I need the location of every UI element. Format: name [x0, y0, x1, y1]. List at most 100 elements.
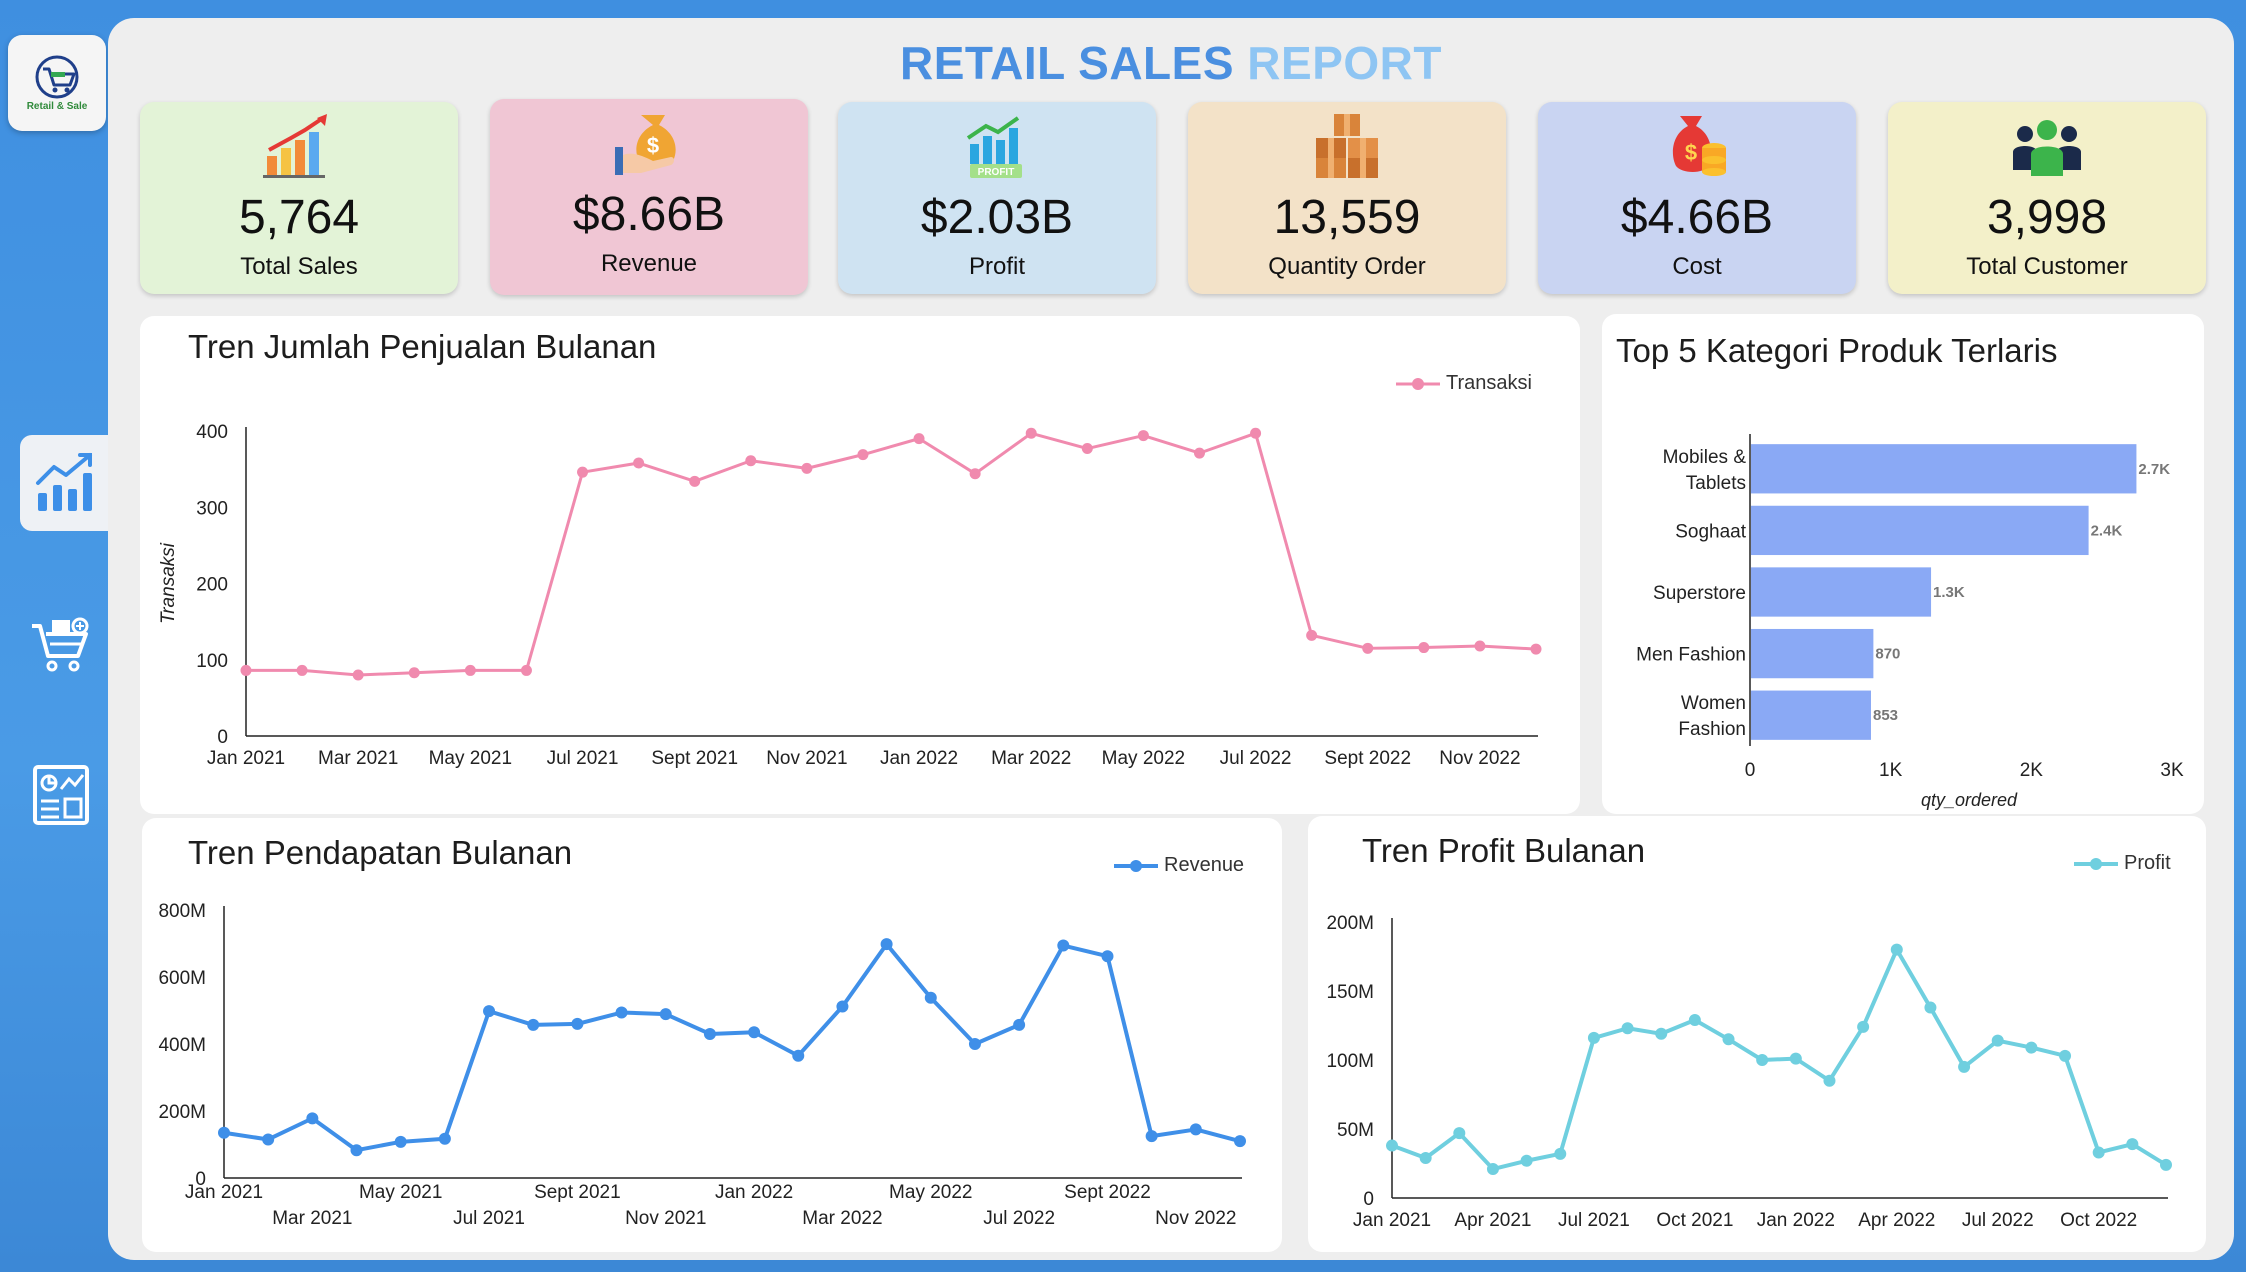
- kpi-value: 3,998: [1986, 191, 2108, 244]
- data-point: [1057, 939, 1070, 952]
- data-point: [262, 1133, 275, 1146]
- main-panel: RETAIL SALES REPORT 5,764 Total Sales $: [108, 18, 2234, 1260]
- bar-data-label: 2.4K: [2091, 522, 2123, 539]
- chart-kategori: 2.7K Mobiles & Tablets 2.4K Soghaat 1.3K Super…: [1636, 434, 2184, 810]
- panel-top-kategori: Top 5 Kategori Produk Terlaris 2.7K Mobil…: [1602, 314, 2204, 814]
- data-point: [633, 457, 645, 469]
- money-bag-icon: $: [615, 115, 676, 175]
- x-tick-label: 2K: [2020, 760, 2044, 781]
- nav-dashboard[interactable]: [20, 435, 112, 531]
- data-point: [520, 664, 532, 676]
- x-tick-label: Mar 2022: [802, 1208, 882, 1229]
- report-title: RETAIL SALES REPORT: [108, 36, 2234, 90]
- category-label: Women: [1681, 693, 1746, 714]
- data-point: [1890, 943, 1903, 956]
- data-point: [1530, 643, 1542, 655]
- category-label: Tablets: [1686, 473, 1746, 494]
- y-tick-label: 300: [196, 498, 228, 519]
- x-tick-label: Oct 2021: [1656, 1210, 1733, 1231]
- x-tick-label: Jul 2022: [1220, 748, 1292, 769]
- x-tick-label: Sept 2021: [534, 1182, 621, 1203]
- x-tick-label: Mar 2022: [991, 748, 1071, 769]
- data-point: [748, 1026, 761, 1039]
- data-point: [1722, 1033, 1735, 1046]
- data-point: [745, 455, 757, 467]
- x-tick-label: May 2021: [359, 1182, 442, 1203]
- kpi-quantity-order: 13,559 Quantity Order: [1188, 102, 1506, 294]
- category-label: Superstore: [1653, 583, 1746, 604]
- data-point: [1362, 642, 1374, 654]
- x-tick-label: Nov 2022: [1439, 748, 1520, 769]
- data-point: [1453, 1127, 1466, 1140]
- data-point: [1486, 1163, 1499, 1176]
- svg-text:$: $: [1685, 140, 1697, 165]
- data-point: [924, 991, 937, 1004]
- data-point: [1688, 1013, 1701, 1026]
- x-tick-label: Jan 2022: [715, 1182, 793, 1203]
- y-tick-label: 100M: [1326, 1051, 1374, 1072]
- data-point: [464, 664, 476, 676]
- data-point: [1025, 427, 1037, 439]
- nav-cart[interactable]: [26, 612, 96, 682]
- data-point: [352, 669, 364, 681]
- nav-report[interactable]: [26, 760, 96, 830]
- y-tick-label: 0: [1363, 1189, 1374, 1210]
- x-tick-label: Sept 2021: [651, 748, 738, 769]
- shopping-cart-icon: [32, 617, 89, 672]
- customers-icon: [2013, 120, 2081, 176]
- data-point: [1621, 1022, 1634, 1035]
- x-axis-label: qty_ordered: [1921, 790, 2018, 810]
- x-tick-label: Nov 2021: [625, 1208, 706, 1229]
- svg-text:PROFIT: PROFIT: [978, 167, 1015, 178]
- kpi-label: Total Customer: [1966, 253, 2128, 280]
- category-label: Fashion: [1678, 719, 1746, 740]
- y-tick-label: 100: [196, 651, 228, 672]
- x-tick-label: Jan 2021: [207, 748, 285, 769]
- data-point: [1419, 1151, 1432, 1164]
- x-tick-label: Jul 2021: [547, 748, 619, 769]
- kpi-cost: $ $4.66B Cost: [1538, 102, 1856, 294]
- kpi-profit: PROFIT $2.03B Profit: [838, 102, 1156, 294]
- app-logo[interactable]: Retail & Sale: [8, 35, 106, 131]
- x-tick-label: Nov 2022: [1155, 1208, 1236, 1229]
- y-tick-label: 150M: [1326, 982, 1374, 1003]
- x-tick-label: May 2021: [429, 748, 512, 769]
- chart-transaksi: 0 100 200 300 400 Jan 2021 Mar 2021 May 2021 Jul…: [158, 422, 1542, 769]
- x-tick-label: Jul 2021: [453, 1208, 525, 1229]
- data-point: [1474, 640, 1486, 652]
- kpi-value: 5,764: [238, 191, 360, 244]
- data-point: [1958, 1060, 1971, 1073]
- x-tick-label: Jul 2021: [1558, 1210, 1630, 1231]
- kpi-value: 13,559: [1273, 191, 1421, 244]
- bar: [1751, 628, 1874, 679]
- x-tick-label: Mar 2021: [318, 748, 398, 769]
- panel-tren-penjualan: Tren Jumlah Penjualan Bulanan Transaksi …: [140, 316, 1580, 814]
- category-label: Soghaat: [1675, 521, 1747, 542]
- data-point: [2059, 1049, 2072, 1062]
- data-point: [659, 1008, 672, 1021]
- chart-revenue: 0200M400M600M800MJan 2021 May 2021 Sept 20…: [158, 901, 1246, 1229]
- data-point: [1418, 642, 1430, 654]
- y-tick-label: 400M: [158, 1035, 206, 1056]
- panel-tren-profit: Tren Profit Bulanan Profit 0 50M 100M 150M 2…: [1308, 816, 2206, 1252]
- x-tick-label: Jan 2022: [1757, 1210, 1835, 1231]
- y-tick-label: 0: [217, 727, 228, 748]
- kpi-total-sales: 5,764 Total Sales: [140, 102, 458, 294]
- x-tick-label: Mar 2021: [272, 1208, 352, 1229]
- x-tick-label: 0: [1745, 760, 1756, 781]
- category-label: Men Fashion: [1636, 645, 1746, 666]
- data-point: [857, 449, 869, 461]
- data-point: [1554, 1147, 1567, 1160]
- series-line: [1391, 947, 2168, 1172]
- kpi-label: Total Sales: [240, 253, 358, 280]
- x-tick-label: Jan 2021: [185, 1182, 263, 1203]
- data-point: [1924, 1001, 1937, 1014]
- data-point: [577, 466, 589, 478]
- data-point: [801, 462, 813, 474]
- data-point: [218, 1126, 230, 1139]
- data-point: [1145, 1130, 1158, 1143]
- data-point: [2025, 1041, 2038, 1054]
- x-tick-label: Sept 2022: [1324, 748, 1411, 769]
- data-point: [913, 433, 925, 445]
- data-point: [1234, 1135, 1246, 1148]
